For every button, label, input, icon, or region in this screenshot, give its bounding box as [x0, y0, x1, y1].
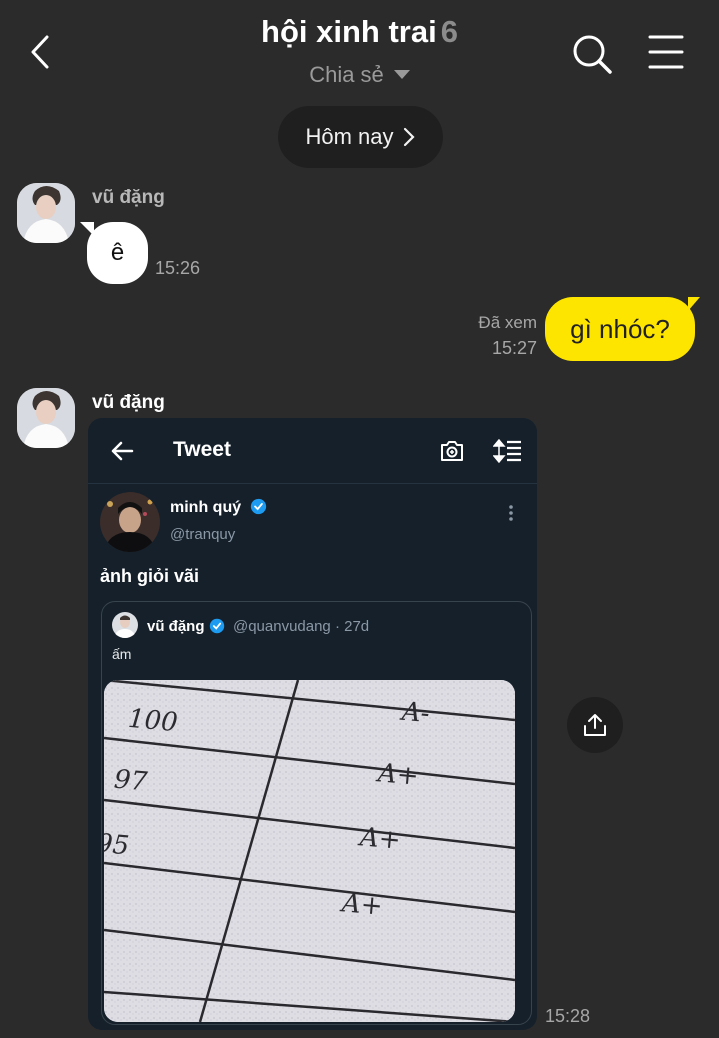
- date-divider[interactable]: Hôm nay: [278, 106, 443, 168]
- share-upload-icon: [584, 714, 606, 736]
- tweet-text: ảnh giỏi vãi: [100, 566, 200, 586]
- grade-row-score: 100: [126, 703, 179, 739]
- message-time: 15:27: [491, 338, 537, 358]
- menu-button[interactable]: [648, 34, 684, 70]
- avatar[interactable]: [17, 183, 75, 243]
- avatar-photo: [17, 183, 75, 243]
- verified-badge-icon: [250, 498, 266, 515]
- avatar[interactable]: [17, 388, 75, 448]
- grade-row-score: 97: [112, 764, 149, 798]
- grade-row-grade: A+: [358, 822, 402, 856]
- chat-title-text: hội xinh trai: [261, 14, 437, 49]
- tweet-title: Tweet: [173, 438, 231, 461]
- read-status: Đã xem: [478, 313, 537, 332]
- grade-row-grade: A+: [340, 888, 384, 922]
- quoted-author-name: vũ đặng: [147, 618, 205, 635]
- more-vertical-icon: [509, 505, 513, 521]
- arrow-left-icon: [111, 441, 134, 461]
- date-label: Hôm nay: [305, 124, 394, 149]
- quoted-author-avatar: [112, 612, 138, 638]
- quoted-author-line: vũ đặng @quanvudang · 27d: [147, 618, 369, 636]
- quoted-tweet: vũ đặng @quanvudang · 27d ấm 100 A- 97 A…: [101, 601, 532, 1025]
- quoted-tweet-text: ấm: [112, 646, 132, 662]
- sender-name: vũ đặng: [92, 187, 165, 208]
- message-time: 15:26: [155, 258, 201, 278]
- tweet-header-bar: Tweet: [88, 418, 537, 484]
- message-time: 15:28: [545, 1006, 591, 1026]
- tweet-screenshot-image[interactable]: Tweet minh quý @tranquy ảnh giỏi vãi vũ …: [88, 418, 537, 1030]
- search-button[interactable]: [570, 32, 614, 76]
- camera-plus-icon: [441, 441, 463, 461]
- caret-down-icon: [393, 69, 410, 79]
- sort-icon: [493, 438, 521, 464]
- sender-name: vũ đặng: [92, 392, 165, 413]
- hamburger-menu-icon: [648, 35, 684, 69]
- search-icon: [573, 35, 612, 74]
- quoted-author-handle: @quanvudang · 27d: [232, 618, 370, 635]
- avatar-photo: [17, 388, 75, 448]
- message-bubble[interactable]: ê: [87, 222, 148, 284]
- member-count: 6: [440, 14, 458, 49]
- grade-sheet-photo: 100 A- 97 A+ 95 A+ A+: [104, 680, 515, 1022]
- author-line: minh quý: [170, 498, 267, 517]
- author-avatar: [100, 492, 160, 552]
- message-text: gì nhóc?: [570, 313, 670, 344]
- share-label: Chia sẻ: [309, 62, 384, 87]
- message-text: ê: [110, 239, 125, 266]
- author-handle: @tranquy: [170, 526, 236, 543]
- grade-row-grade: A-: [400, 696, 431, 730]
- grade-row-grade: A+: [376, 758, 420, 792]
- chevron-right-icon: [403, 127, 415, 147]
- author-name: minh quý: [170, 499, 242, 516]
- message-bubble[interactable]: gì nhóc?: [545, 297, 695, 361]
- bubble-tail: [688, 297, 700, 311]
- share-button[interactable]: [567, 697, 623, 753]
- verified-badge-icon: [209, 618, 224, 634]
- grade-row-score: 95: [104, 828, 131, 862]
